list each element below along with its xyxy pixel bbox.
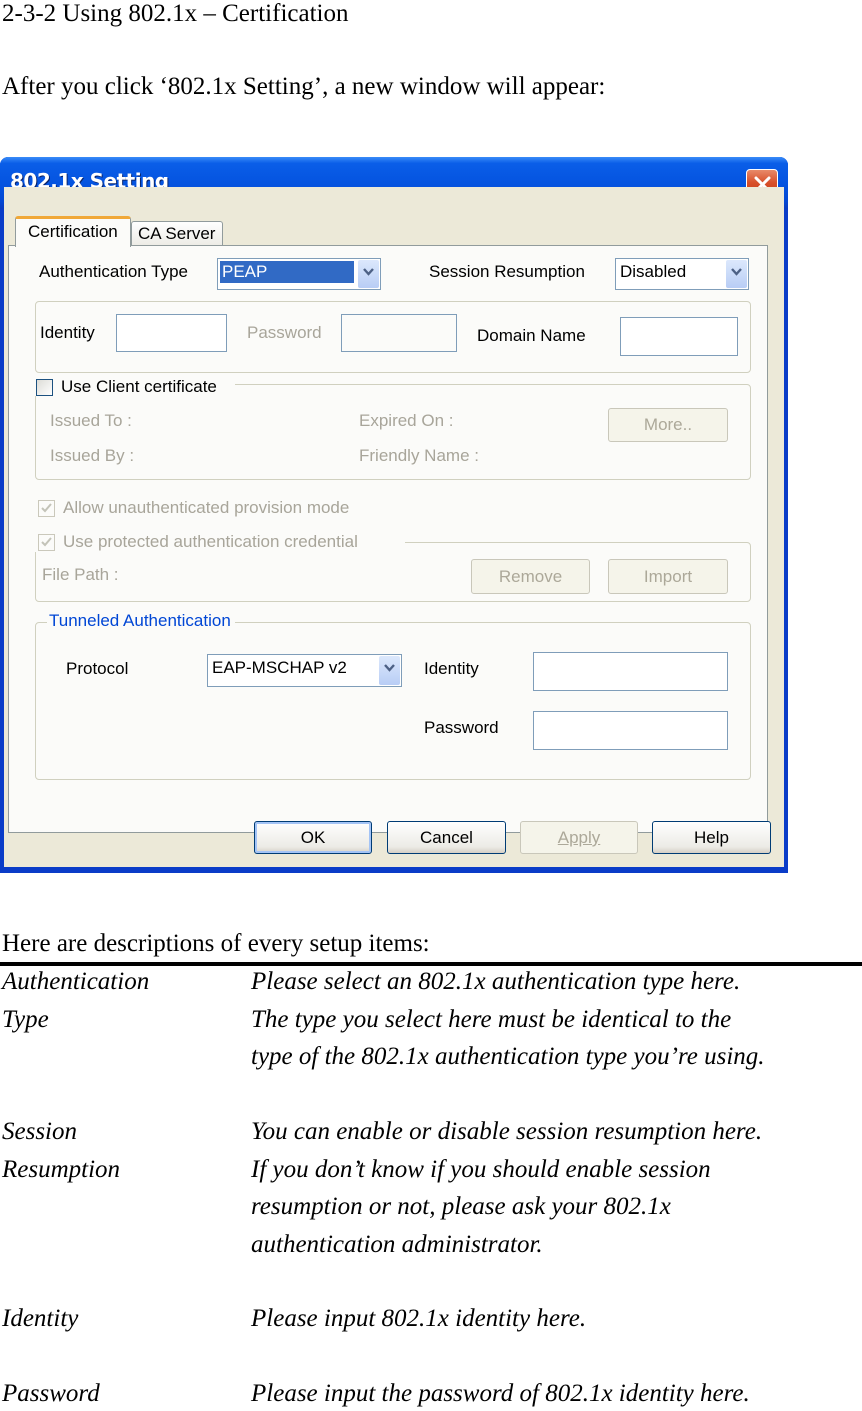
chevron-down-icon <box>384 664 395 672</box>
description-term: Resumption <box>2 1155 121 1183</box>
authentication-type-select[interactable]: PEAP <box>217 258 381 290</box>
section-heading: 2-3-2 Using 802.1x – Certification <box>2 0 349 27</box>
certification-tab-panel: Authentication Type PEAP Session Resumpt… <box>8 245 768 833</box>
description-term: Identity <box>2 1305 79 1332</box>
description-text: type of the 802.1x authentication type y… <box>251 1043 765 1070</box>
issued-by-label: Issued By : <box>50 446 135 465</box>
checkmark-icon <box>41 537 52 547</box>
chevron-down-icon <box>363 268 374 276</box>
use-client-certificate-checkbox[interactable] <box>36 379 53 396</box>
description-term: Type <box>2 1005 49 1033</box>
description-term: Authentication <box>2 968 150 995</box>
use-client-certificate-label[interactable]: Use Client certificate <box>61 377 217 397</box>
dialog-window: 802.1x Setting CA Server Certification A… <box>0 157 788 873</box>
description-text: Please input the password of 802.1x iden… <box>251 1380 750 1407</box>
authentication-type-label: Authentication Type <box>39 262 189 281</box>
description-text: You can enable or disable session resump… <box>251 1118 763 1145</box>
descriptions-title: Here are descriptions of every setup ite… <box>2 930 430 957</box>
identity-label: Identity <box>40 323 95 342</box>
help-button[interactable]: Help <box>652 821 771 854</box>
domain-name-label: Domain Name <box>477 326 586 345</box>
description-text: authentication administrator. <box>251 1230 543 1258</box>
expired-on-label: Expired On : <box>359 411 454 430</box>
tunneled-password-input[interactable] <box>533 711 728 750</box>
chevron-down-icon <box>731 268 742 276</box>
authentication-type-value: PEAP <box>220 261 354 283</box>
friendly-name-label: Friendly Name : <box>359 446 479 465</box>
description-text: The type you select here must be identic… <box>251 1005 732 1033</box>
tunneled-authentication-title: Tunneled Authentication <box>47 611 235 631</box>
identity-input[interactable] <box>116 314 227 352</box>
protocol-select[interactable]: EAP-MSCHAP v2 <box>207 654 402 687</box>
description-term: Session <box>2 1118 77 1145</box>
cancel-button[interactable]: Cancel <box>387 821 506 854</box>
tab-certification[interactable]: Certification <box>15 216 131 247</box>
remove-button[interactable]: Remove <box>471 559 590 594</box>
description-text: Please input 802.1x identity here. <box>251 1305 587 1332</box>
password-label: Password <box>247 323 322 342</box>
password-input[interactable] <box>341 314 457 352</box>
session-resumption-select[interactable]: Disabled <box>615 258 749 290</box>
import-button[interactable]: Import <box>608 559 728 594</box>
session-resumption-value: Disabled <box>620 262 687 281</box>
session-resumption-label: Session Resumption <box>429 262 585 281</box>
domain-name-input[interactable] <box>620 317 738 356</box>
use-protected-credential-label[interactable]: Use protected authentication credential <box>63 532 358 552</box>
more-button[interactable]: More.. <box>608 408 728 442</box>
dropdown-button[interactable] <box>379 656 400 685</box>
dropdown-button[interactable] <box>358 260 379 288</box>
description-text: If you don’t know if you should enable s… <box>251 1155 711 1183</box>
file-path-label: File Path : <box>42 565 119 584</box>
protocol-value: EAP-MSCHAP v2 <box>212 658 347 677</box>
description-text: resumption or not, please ask your 802.1… <box>251 1193 671 1220</box>
checkmark-icon <box>41 503 52 513</box>
tunneled-authentication-group <box>35 622 751 780</box>
issued-to-label: Issued To : <box>50 411 132 430</box>
tab-ca-server[interactable]: CA Server <box>131 221 223 246</box>
apply-button[interactable]: Apply <box>520 821 638 854</box>
description-term: Password <box>2 1380 100 1407</box>
description-text: Please select an 802.1x authentication t… <box>251 968 741 995</box>
dropdown-button[interactable] <box>726 260 747 288</box>
use-protected-credential-checkbox[interactable] <box>38 534 55 551</box>
tunneled-identity-input[interactable] <box>533 652 728 691</box>
tunneled-identity-label: Identity <box>424 659 479 678</box>
protocol-label: Protocol <box>66 659 129 678</box>
ok-button[interactable]: OK <box>254 821 372 854</box>
tunneled-password-label: Password <box>424 718 499 737</box>
horizontal-rule <box>0 962 862 966</box>
allow-unauthenticated-provision-checkbox[interactable] <box>38 500 55 517</box>
intro-paragraph: After you click ‘802.1x Setting’, a new … <box>2 73 606 100</box>
allow-unauthenticated-provision-label[interactable]: Allow unauthenticated provision mode <box>63 498 349 518</box>
